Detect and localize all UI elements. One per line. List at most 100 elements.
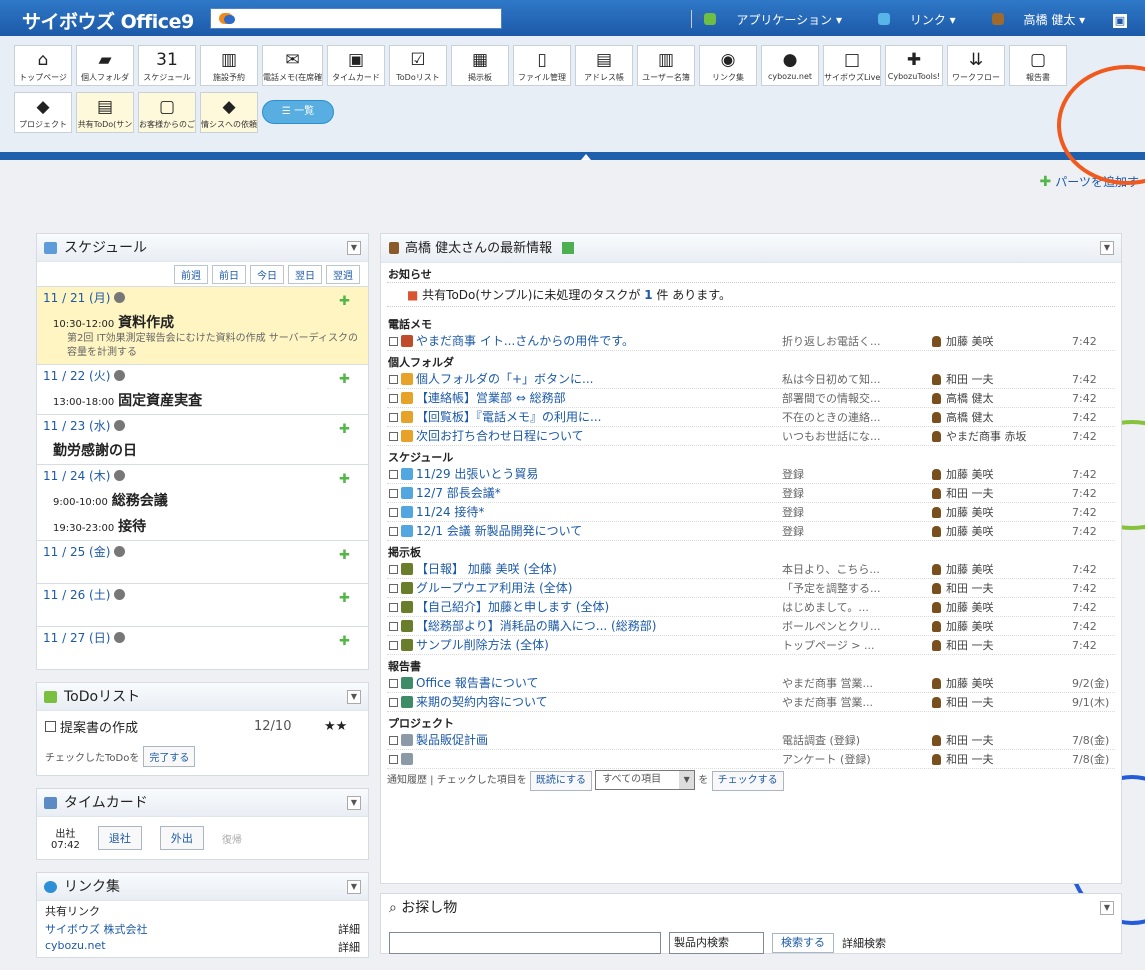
item-title-cell[interactable]: 【総務部より】消耗品の購入につ... (総務部) [387,617,782,635]
item-title[interactable]: 11/29 出張いとう貿易 [416,467,538,481]
item-title-cell[interactable]: 製品販促計画 [387,731,782,749]
check-button[interactable]: チェックする [711,771,784,791]
add-event-icon[interactable]: ✚ [339,630,350,653]
item-person[interactable]: 和田 一夫 [932,693,1072,711]
item-title-cell[interactable]: 【自己紹介】加藤と申します (全体) [387,598,782,616]
item-checkbox[interactable] [389,394,398,403]
item-title[interactable]: Office 報告書について [416,676,538,690]
mark-read-button[interactable]: 既読にする [529,771,593,791]
add-event-icon[interactable]: ✚ [339,468,350,491]
link-row[interactable]: cybozu.net 詳細 [45,939,360,955]
schedule-day[interactable]: 11 / 26 (土) ✚ [37,583,368,626]
app-address-book[interactable]: ▤ アドレス帳 [575,45,633,86]
item-person[interactable]: 加藤 美咲 [932,617,1072,635]
item-person[interactable]: 加藤 美咲 [932,560,1072,578]
item-title-cell[interactable] [387,750,782,768]
item-person[interactable]: 加藤 美咲 [932,522,1072,540]
item-title[interactable]: グループウエア利用法 (全体) [416,581,572,595]
add-event-icon[interactable]: ✚ [339,418,350,441]
item-title[interactable]: 来期の契約内容について [416,695,548,709]
item-person[interactable]: 加藤 美咲 [932,674,1072,692]
event-title[interactable]: 総務会議 [112,493,168,509]
app-bulletin[interactable]: ▦ 掲示板 [451,45,509,86]
item-person[interactable]: 和田 一夫 [932,484,1072,502]
schedule-day-header[interactable]: 11 / 24 (木) ✚ [37,465,368,488]
day-settings-icon[interactable] [114,546,126,557]
item-title[interactable]: 12/7 部長会議* [416,486,501,500]
item-person[interactable]: 和田 一夫 [932,750,1072,768]
links-menu-icon[interactable]: ▼ [347,880,361,894]
item-title-cell[interactable]: 【回覧板】『電話メモ』の利用に... [387,408,782,426]
item-title[interactable]: 12/1 会議 新製品開発について [416,524,582,538]
notification-history-link[interactable]: 通知履歴 [387,775,427,786]
item-title-cell[interactable]: 12/7 部長会議* [387,484,782,502]
item-title-cell[interactable]: 11/29 出張いとう貿易 [387,465,782,483]
item-title[interactable]: やまだ商事 イト...さんからの用件です。 [416,334,634,348]
link-name[interactable]: cybozu.net [45,939,106,955]
add-event-icon[interactable]: ✚ [339,368,350,391]
schedule-nav-2[interactable]: 今日 [250,264,284,284]
link-detail[interactable]: 詳細 [338,921,360,937]
item-checkbox[interactable] [389,375,398,384]
item-person[interactable]: 和田 一夫 [932,636,1072,654]
schedule-nav-3[interactable]: 翌日 [288,264,322,284]
schedule-day-header[interactable]: 11 / 21 (月) ✚ [37,287,368,310]
global-search-box[interactable]: ⌕ [210,8,704,29]
app-project[interactable]: ◆ プロジェクト [14,92,72,133]
info-row[interactable]: 個人フォルダの「+」ボタンに... 私は今日初めて知... 和田 一夫 7:42 [387,370,1115,389]
schedule-menu-icon[interactable]: ▼ [347,241,361,255]
item-checkbox[interactable] [389,641,398,650]
schedule-nav-1[interactable]: 前日 [212,264,246,284]
item-checkbox[interactable] [389,508,398,517]
app-house[interactable]: ⌂ トップページ [14,45,72,86]
event-title[interactable]: 固定資産実査 [118,393,202,409]
item-person[interactable]: 高橋 健太 [932,408,1072,426]
day-settings-icon[interactable] [114,292,126,303]
app-shared-todo[interactable]: ▤ 共有ToDo(サン [76,92,134,133]
app-phone-memo[interactable]: ✉ 電話メモ(在席確 [262,45,323,86]
event-title[interactable]: 資料作成 [118,315,174,331]
event-title[interactable]: 接待 [118,519,146,535]
app-file[interactable]: ▯ ファイル管理 [513,45,571,86]
item-person[interactable]: 和田 一夫 [932,579,1072,597]
latest-info-menu-icon[interactable]: ▼ [1100,241,1114,255]
notice-row[interactable]: ■ 共有ToDo(サンプル)に未処理のタスクが 1 件 あります。 [387,282,1115,307]
add-event-icon[interactable]: ✚ [339,587,350,610]
info-row[interactable]: サンプル削除方法 (全体) トップページ > ... 和田 一夫 7:42 [387,636,1115,655]
advanced-search-link[interactable]: 詳細検索 [842,935,886,951]
add-event-icon[interactable]: ✚ [339,290,350,313]
go-out-button[interactable]: 外出 [159,826,204,850]
search-button[interactable]: 検索する [772,933,834,953]
schedule-day[interactable]: 11 / 23 (水) ✚ 勤労感謝の日 [37,414,368,464]
item-checkbox[interactable] [389,432,398,441]
info-row[interactable]: Office 報告書について やまだ商事 営業... 加藤 美咲 9/2(金) [387,674,1115,693]
info-row[interactable]: 【日報】 加藤 美咲 (全体) 本日より、こちら... 加藤 美咲 7:42 [387,560,1115,579]
item-title-cell[interactable]: 次回お打ち合わせ日程について [387,427,782,445]
app-workflow[interactable]: ⇊ ワークフロー [947,45,1005,86]
item-checkbox[interactable] [389,755,398,764]
info-row[interactable]: やまだ商事 イト...さんからの用件です。 折り返しお電話く... 加藤 美咲 7:4… [387,332,1115,351]
link-name[interactable]: サイボウズ 株式会社 [45,921,148,937]
schedule-event[interactable]: 19:30-23:00 接待 [37,514,368,540]
info-row[interactable]: 【連絡帳】営業部 ⇔ 総務部 部署間での情報交... 高橋 健太 7:42 [387,389,1115,408]
app-folder[interactable]: ▰ 個人フォルダ [76,45,134,86]
product-logo[interactable]: サイボウズ Office9 [22,7,194,34]
item-checkbox[interactable] [389,337,398,346]
schedule-day-header[interactable]: 11 / 22 (火) ✚ [37,365,368,388]
item-title-cell[interactable]: 11/24 接待* [387,503,782,521]
item-person[interactable]: 高橋 健太 [932,389,1072,407]
item-title-cell[interactable]: やまだ商事 イト...さんからの用件です。 [387,332,782,350]
screen-toggle-icon[interactable]: ▣ [1113,14,1127,28]
app-request[interactable]: ◆ 情シスへの依頼 [200,92,258,133]
link-menu[interactable]: リンク ▾ [862,13,956,27]
item-title[interactable]: 【総務部より】消耗品の購入につ... (総務部) [416,619,656,633]
day-settings-icon[interactable] [114,589,126,600]
info-row[interactable]: 【総務部より】消耗品の購入につ... (総務部) ボールペンとクリ... 加藤 美咲… [387,617,1115,636]
item-checkbox[interactable] [389,622,398,631]
app-facility[interactable]: ▥ 施設予約 [200,45,258,86]
refresh-icon[interactable] [562,242,575,254]
item-checkbox[interactable] [389,565,398,574]
schedule-day[interactable]: 11 / 24 (木) ✚ 9:00-10:00 総務会議 19:30-23:00 … [37,464,368,540]
app-calendar[interactable]: 31 スケジュール [138,45,196,86]
search-menu-icon[interactable]: ▼ [1100,901,1114,915]
